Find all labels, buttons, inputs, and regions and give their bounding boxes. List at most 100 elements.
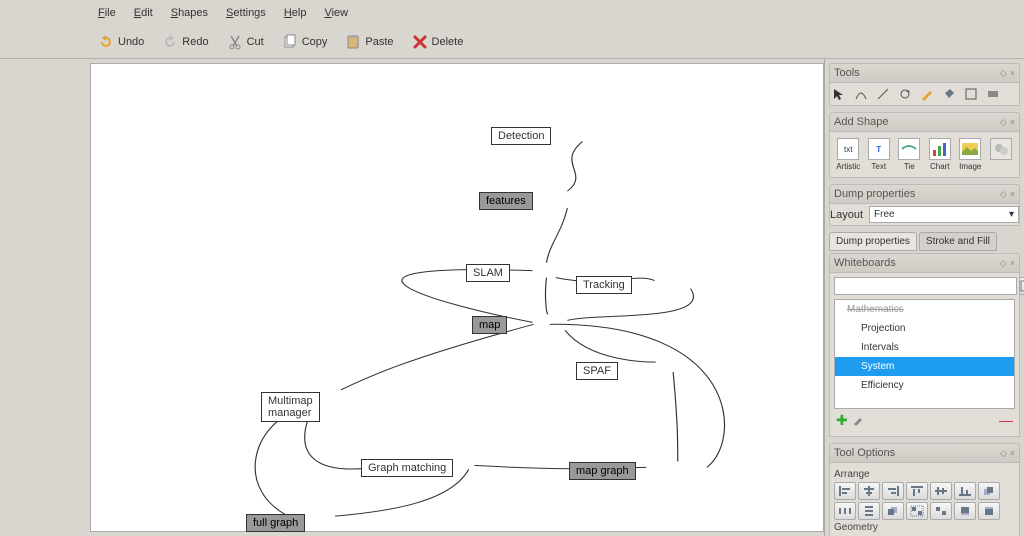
rotate-tool-icon[interactable] xyxy=(898,87,912,101)
diamond-icon[interactable]: ◇ xyxy=(1000,68,1007,79)
menubar: File Edit Shapes Settings Help View xyxy=(0,0,1024,26)
tooloptions-header[interactable]: Tool Options ◇ × xyxy=(829,443,1020,463)
gradient-tool-icon[interactable] xyxy=(986,87,1000,101)
diamond-icon[interactable]: ◇ xyxy=(1000,448,1007,459)
ungroup-button[interactable] xyxy=(930,502,952,520)
tree-parent[interactable]: Mathematics xyxy=(835,300,1014,319)
frame-tool-icon[interactable] xyxy=(964,87,978,101)
align-center-h-button[interactable] xyxy=(858,482,880,500)
close-icon[interactable]: × xyxy=(1010,189,1015,200)
menu-edit[interactable]: Edit xyxy=(126,4,161,22)
connectors-layer xyxy=(91,64,823,531)
menu-settings[interactable]: Settings xyxy=(218,4,274,22)
cut-button[interactable]: Cut xyxy=(219,30,272,54)
menu-help[interactable]: Help xyxy=(276,4,315,22)
node-slam[interactable]: SLAM xyxy=(466,264,510,282)
shape-text[interactable]: TText xyxy=(865,136,894,173)
pencil-tool-icon[interactable] xyxy=(920,87,934,101)
close-icon[interactable]: × xyxy=(1010,258,1015,269)
delete-button[interactable]: Delete xyxy=(404,30,472,54)
dumpprops-panel: Dump properties ◇ × Layout Free ▾ xyxy=(829,184,1020,226)
tree-efficiency[interactable]: Efficiency xyxy=(835,376,1014,395)
addshape-title: Add Shape xyxy=(834,116,888,128)
shape-tie[interactable]: Tie xyxy=(895,136,924,173)
whiteboard-name-input[interactable] xyxy=(834,277,1017,295)
node-tracking[interactable]: Tracking xyxy=(576,276,632,294)
distribute-h-button[interactable] xyxy=(834,502,856,520)
arrange-label: Arrange xyxy=(834,467,1015,482)
app-window: File Edit Shapes Settings Help View Undo… xyxy=(0,0,1024,536)
undo-button[interactable]: Undo xyxy=(90,30,152,54)
tab-stroke[interactable]: Stroke and Fill xyxy=(919,232,997,251)
menu-shapes[interactable]: Shapes xyxy=(163,4,216,22)
tools-body xyxy=(829,83,1020,106)
curve-tool-icon[interactable] xyxy=(854,87,868,101)
undo-label: Undo xyxy=(118,36,144,48)
canvas[interactable]: Detection features SLAM Tracking map SPA… xyxy=(90,63,824,532)
copy-button[interactable]: Copy xyxy=(274,30,336,54)
menu-file[interactable]: File xyxy=(90,4,124,22)
brush-icon[interactable] xyxy=(852,412,866,429)
node-multimap[interactable]: Multimap manager xyxy=(261,392,320,422)
line-tool-icon[interactable] xyxy=(876,87,890,101)
whiteboards-header[interactable]: Whiteboards ◇ × xyxy=(829,253,1020,273)
distribute-v-button[interactable] xyxy=(858,502,880,520)
close-icon[interactable]: × xyxy=(1010,68,1015,79)
pointer-tool-icon[interactable] xyxy=(832,87,846,101)
tab-dump[interactable]: Dump properties xyxy=(829,232,917,251)
close-icon[interactable]: × xyxy=(1010,448,1015,459)
chart-icon xyxy=(929,138,951,160)
node-map[interactable]: map xyxy=(472,316,507,334)
redo-button[interactable]: Redo xyxy=(154,30,216,54)
tooloptions-panel: Tool Options ◇ × Arrange xyxy=(829,443,1020,536)
remove-icon[interactable]: — xyxy=(999,412,1013,429)
redo-label: Redo xyxy=(182,36,208,48)
shape-more[interactable] xyxy=(987,136,1016,173)
node-detection[interactable]: Detection xyxy=(491,127,551,145)
shape-image[interactable]: Image xyxy=(956,136,985,173)
tree-system[interactable]: System xyxy=(835,357,1014,376)
align-left-button[interactable] xyxy=(834,482,856,500)
copy-icon xyxy=(282,34,298,50)
raise-button[interactable] xyxy=(954,502,976,520)
paste-icon xyxy=(345,34,361,50)
dumpprops-header[interactable]: Dump properties ◇ × xyxy=(829,184,1020,204)
node-features[interactable]: features xyxy=(479,192,533,210)
align-right-button[interactable] xyxy=(882,482,904,500)
copy-label: Copy xyxy=(302,36,328,48)
paste-button[interactable]: Paste xyxy=(337,30,401,54)
node-graphmatching[interactable]: Graph matching xyxy=(361,459,453,477)
node-spaf[interactable]: SPAF xyxy=(576,362,618,380)
tree-projection[interactable]: Projection xyxy=(835,319,1014,338)
add-icon[interactable]: ✚ xyxy=(836,412,848,429)
node-mapgraph[interactable]: map graph xyxy=(569,462,636,480)
align-middle-button[interactable] xyxy=(930,482,952,500)
layout-value: Free xyxy=(874,209,895,220)
whiteboards-title: Whiteboards xyxy=(834,257,896,269)
add-whiteboard-button[interactable] xyxy=(1019,277,1024,295)
arrange-grid xyxy=(834,482,1015,520)
lower-button[interactable] xyxy=(978,502,1000,520)
layout-select[interactable]: Free ▾ xyxy=(869,206,1019,223)
tree-intervals[interactable]: Intervals xyxy=(835,338,1014,357)
shape-artistic[interactable]: txtArtistic xyxy=(834,136,863,173)
send-back-button[interactable] xyxy=(882,502,904,520)
whiteboard-tree[interactable]: Mathematics Projection Intervals System … xyxy=(834,299,1015,409)
diamond-icon[interactable]: ◇ xyxy=(1000,258,1007,269)
bucket-tool-icon[interactable] xyxy=(942,87,956,101)
group-button[interactable] xyxy=(906,502,928,520)
align-bottom-button[interactable] xyxy=(954,482,976,500)
align-top-button[interactable] xyxy=(906,482,928,500)
addshape-header[interactable]: Add Shape ◇ × xyxy=(829,112,1020,132)
tools-title: Tools xyxy=(834,67,860,79)
properties-tabs: Dump properties Stroke and Fill xyxy=(829,232,1020,251)
close-icon[interactable]: × xyxy=(1010,117,1015,128)
menu-view[interactable]: View xyxy=(316,4,356,22)
diamond-icon[interactable]: ◇ xyxy=(1000,117,1007,128)
diamond-icon[interactable]: ◇ xyxy=(1000,189,1007,200)
node-fullgraph[interactable]: full graph xyxy=(246,514,305,532)
text-label: Text xyxy=(871,162,886,171)
tools-panel-header[interactable]: Tools ◇ × xyxy=(829,63,1020,83)
bring-front-button[interactable] xyxy=(978,482,1000,500)
shape-chart[interactable]: Chart xyxy=(926,136,955,173)
